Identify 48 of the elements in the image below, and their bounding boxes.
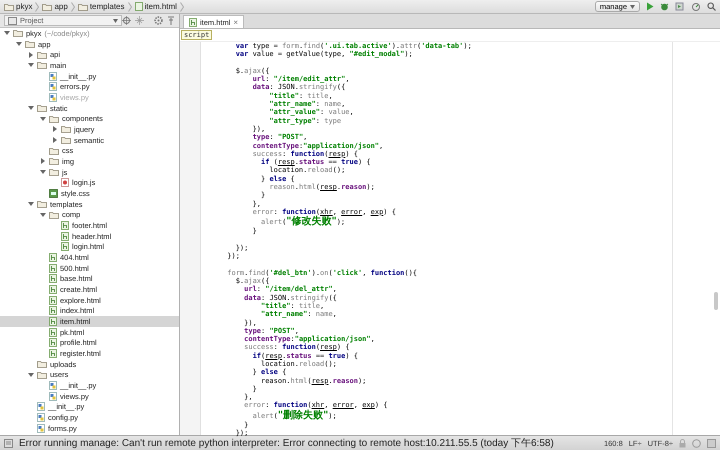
js-file-icon xyxy=(61,178,69,188)
html-file-icon xyxy=(49,252,57,262)
expanded-arrow-icon[interactable] xyxy=(40,116,46,122)
html-file-icon xyxy=(134,2,142,11)
settings-icon[interactable] xyxy=(154,16,163,25)
status-message: Error running manage: Can't run remote python interpreter: Error connecting to remote host:10.211.55.5 (today 下午6:58) xyxy=(19,437,554,450)
panel-icon xyxy=(8,16,17,24)
run-icon[interactable] xyxy=(646,2,654,11)
breadcrumb-item[interactable]: templates xyxy=(78,2,124,11)
expanded-arrow-icon[interactable] xyxy=(28,105,34,112)
collapsed-arrow-icon[interactable] xyxy=(52,137,58,144)
caret-icon xyxy=(630,4,635,8)
collapsed-arrow-icon[interactable] xyxy=(40,158,46,164)
css-file-icon xyxy=(49,188,58,198)
expanded-arrow-icon[interactable] xyxy=(16,41,22,47)
breadcrumb-item[interactable]: app xyxy=(42,2,68,11)
search-icon[interactable] xyxy=(707,2,716,11)
folder-icon xyxy=(42,2,52,10)
hide-panel-icon[interactable] xyxy=(167,16,175,25)
expanded-arrow-icon[interactable] xyxy=(28,201,34,208)
python-file-icon xyxy=(37,402,45,412)
bug-icon[interactable] xyxy=(660,2,669,11)
expanded-arrow-icon[interactable] xyxy=(28,372,34,378)
caret-icon xyxy=(113,18,118,22)
python-file-icon xyxy=(49,381,57,390)
expanded-arrow-icon[interactable] xyxy=(40,212,46,218)
html-file-icon xyxy=(61,220,69,230)
html-file-icon xyxy=(189,18,197,26)
breadcrumb-item[interactable]: item.html xyxy=(134,2,177,11)
chevron-icon xyxy=(128,2,132,12)
panel-toggle-icon[interactable] xyxy=(4,438,13,448)
expanded-arrow-icon[interactable] xyxy=(28,62,34,68)
close-tab-button[interactable]: × xyxy=(233,18,238,26)
folder-icon xyxy=(78,2,88,10)
chevron-icon xyxy=(180,2,184,12)
crosshair-icon[interactable] xyxy=(122,16,131,25)
breadcrumb-item[interactable]: pkyx xyxy=(4,2,32,11)
python-file-icon xyxy=(49,392,57,401)
scrollbar-thumb[interactable] xyxy=(714,292,718,310)
collapsed-arrow-icon[interactable] xyxy=(28,52,34,58)
collapsed-arrow-icon[interactable] xyxy=(52,126,58,132)
expanded-arrow-icon[interactable] xyxy=(4,30,10,36)
profiler-icon[interactable] xyxy=(691,2,701,12)
chevron-icon xyxy=(35,2,40,12)
coverage-icon[interactable] xyxy=(675,2,685,11)
expanded-arrow-icon[interactable] xyxy=(40,169,46,176)
chevron-icon xyxy=(70,2,75,12)
folder-icon xyxy=(4,2,14,10)
